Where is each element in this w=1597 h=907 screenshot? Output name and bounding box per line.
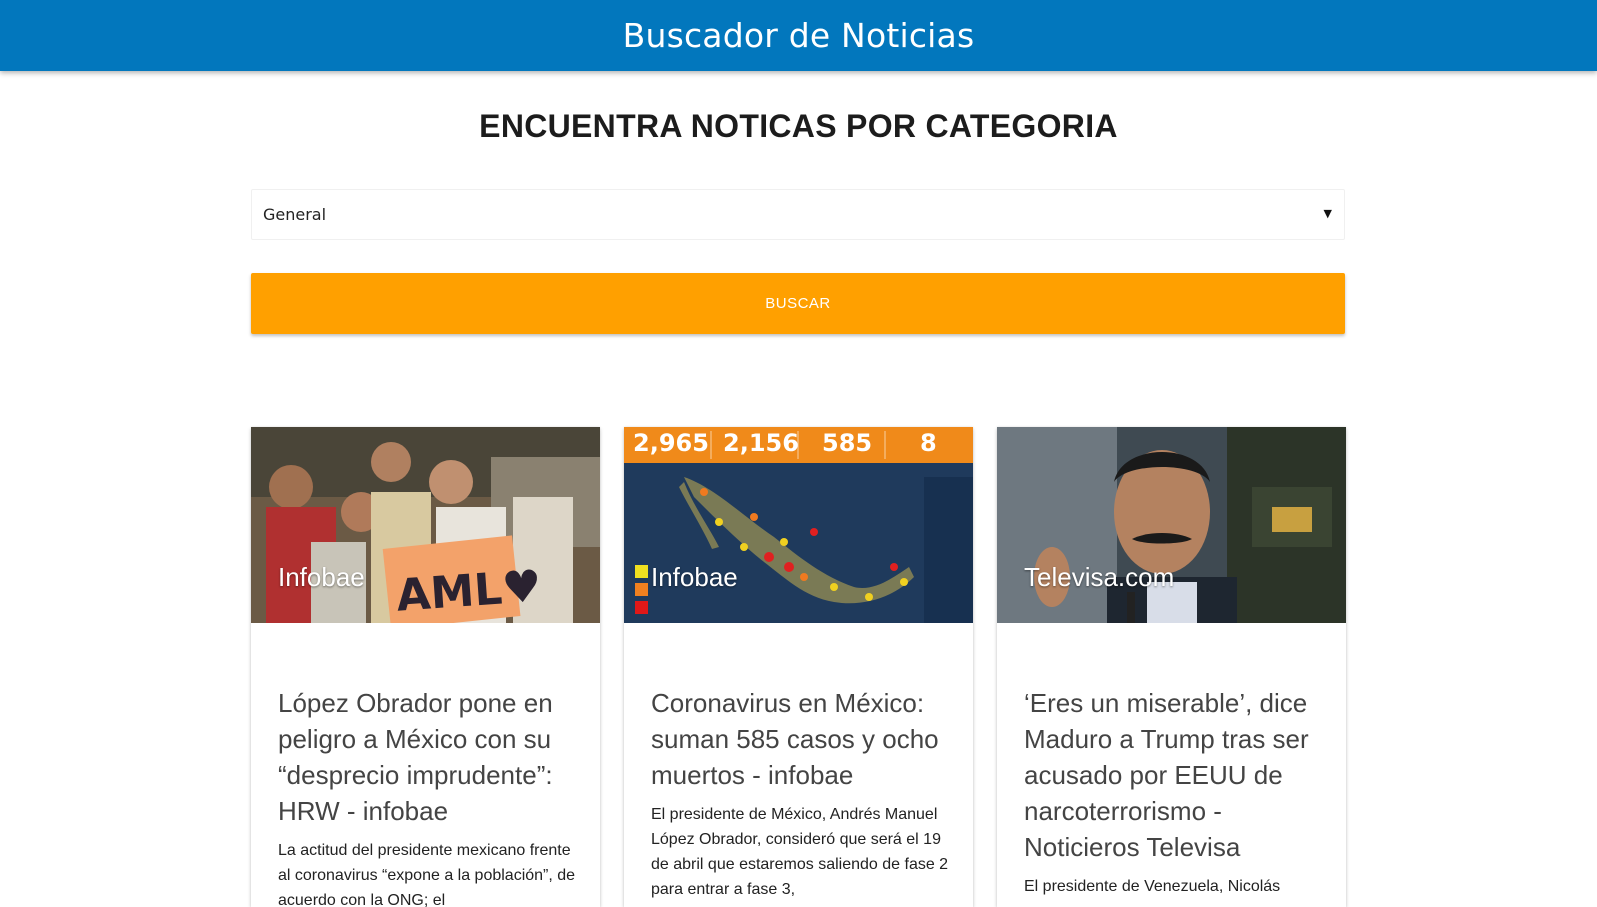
page-heading: ENCUENTRA NOTICAS POR CATEGORIA: [479, 108, 1118, 144]
news-image-1[interactable]: AML♥ Infobae: [251, 427, 600, 623]
news-description-1: La actitud del presidente mexicano frent…: [278, 842, 576, 907]
map-stat-2: 2,156: [723, 429, 799, 457]
news-card-2[interactable]: 2,965 2,156 585 8 Infobae Coronavirus en…: [624, 427, 973, 907]
news-image-3[interactable]: Televisa.com: [997, 427, 1346, 623]
app-title[interactable]: Buscador de Noticias: [623, 16, 975, 55]
news-source-2: Infobae: [651, 562, 738, 592]
news-description-3: El presidente de Venezuela, Nicolás: [1024, 878, 1281, 895]
category-select[interactable]: General ▼: [251, 189, 1345, 240]
news-title-text-1[interactable]: López Obrador pone en peligro a México c…: [278, 685, 578, 829]
news-source-1: Infobae: [278, 562, 365, 592]
news-card-3[interactable]: Televisa.com ‘Eres un miserable’, dice M…: [997, 427, 1346, 907]
svg-text:AML♥: AML♥: [395, 561, 544, 622]
news-title-2: Coronavirus en México: suman 585 casos y…: [651, 685, 951, 902]
news-description-2: El presidente de México, Andrés Manuel L…: [651, 806, 949, 898]
news-title-text-2[interactable]: Coronavirus en México: suman 585 casos y…: [651, 685, 951, 793]
news-card-1[interactable]: AML♥ Infobae López Obrador pone en pelig…: [251, 427, 600, 907]
news-photo-portrait: [997, 427, 1346, 623]
map-stat-4: 8: [920, 429, 937, 457]
map-stat-3: 585: [822, 429, 872, 457]
news-title-text-3[interactable]: ‘Eres un miserable’, dice Maduro a Trump…: [1024, 685, 1324, 865]
chevron-down-icon: ▼: [1323, 207, 1332, 220]
category-select-value: General: [263, 205, 327, 224]
top-navbar: Buscador de Noticias: [0, 0, 1597, 71]
news-source-3: Televisa.com: [1024, 562, 1175, 592]
news-photo-map: 2,965 2,156 585 8: [624, 427, 973, 623]
news-photo-crowd: AML♥: [251, 427, 600, 623]
map-stat-1: 2,965: [633, 429, 709, 457]
news-image-2[interactable]: 2,965 2,156 585 8 Infobae: [624, 427, 973, 623]
search-button[interactable]: BUSCAR: [251, 273, 1345, 334]
news-title-1: López Obrador pone en peligro a México c…: [278, 685, 578, 907]
news-title-3: ‘Eres un miserable’, dice Maduro a Trump…: [1024, 685, 1324, 899]
